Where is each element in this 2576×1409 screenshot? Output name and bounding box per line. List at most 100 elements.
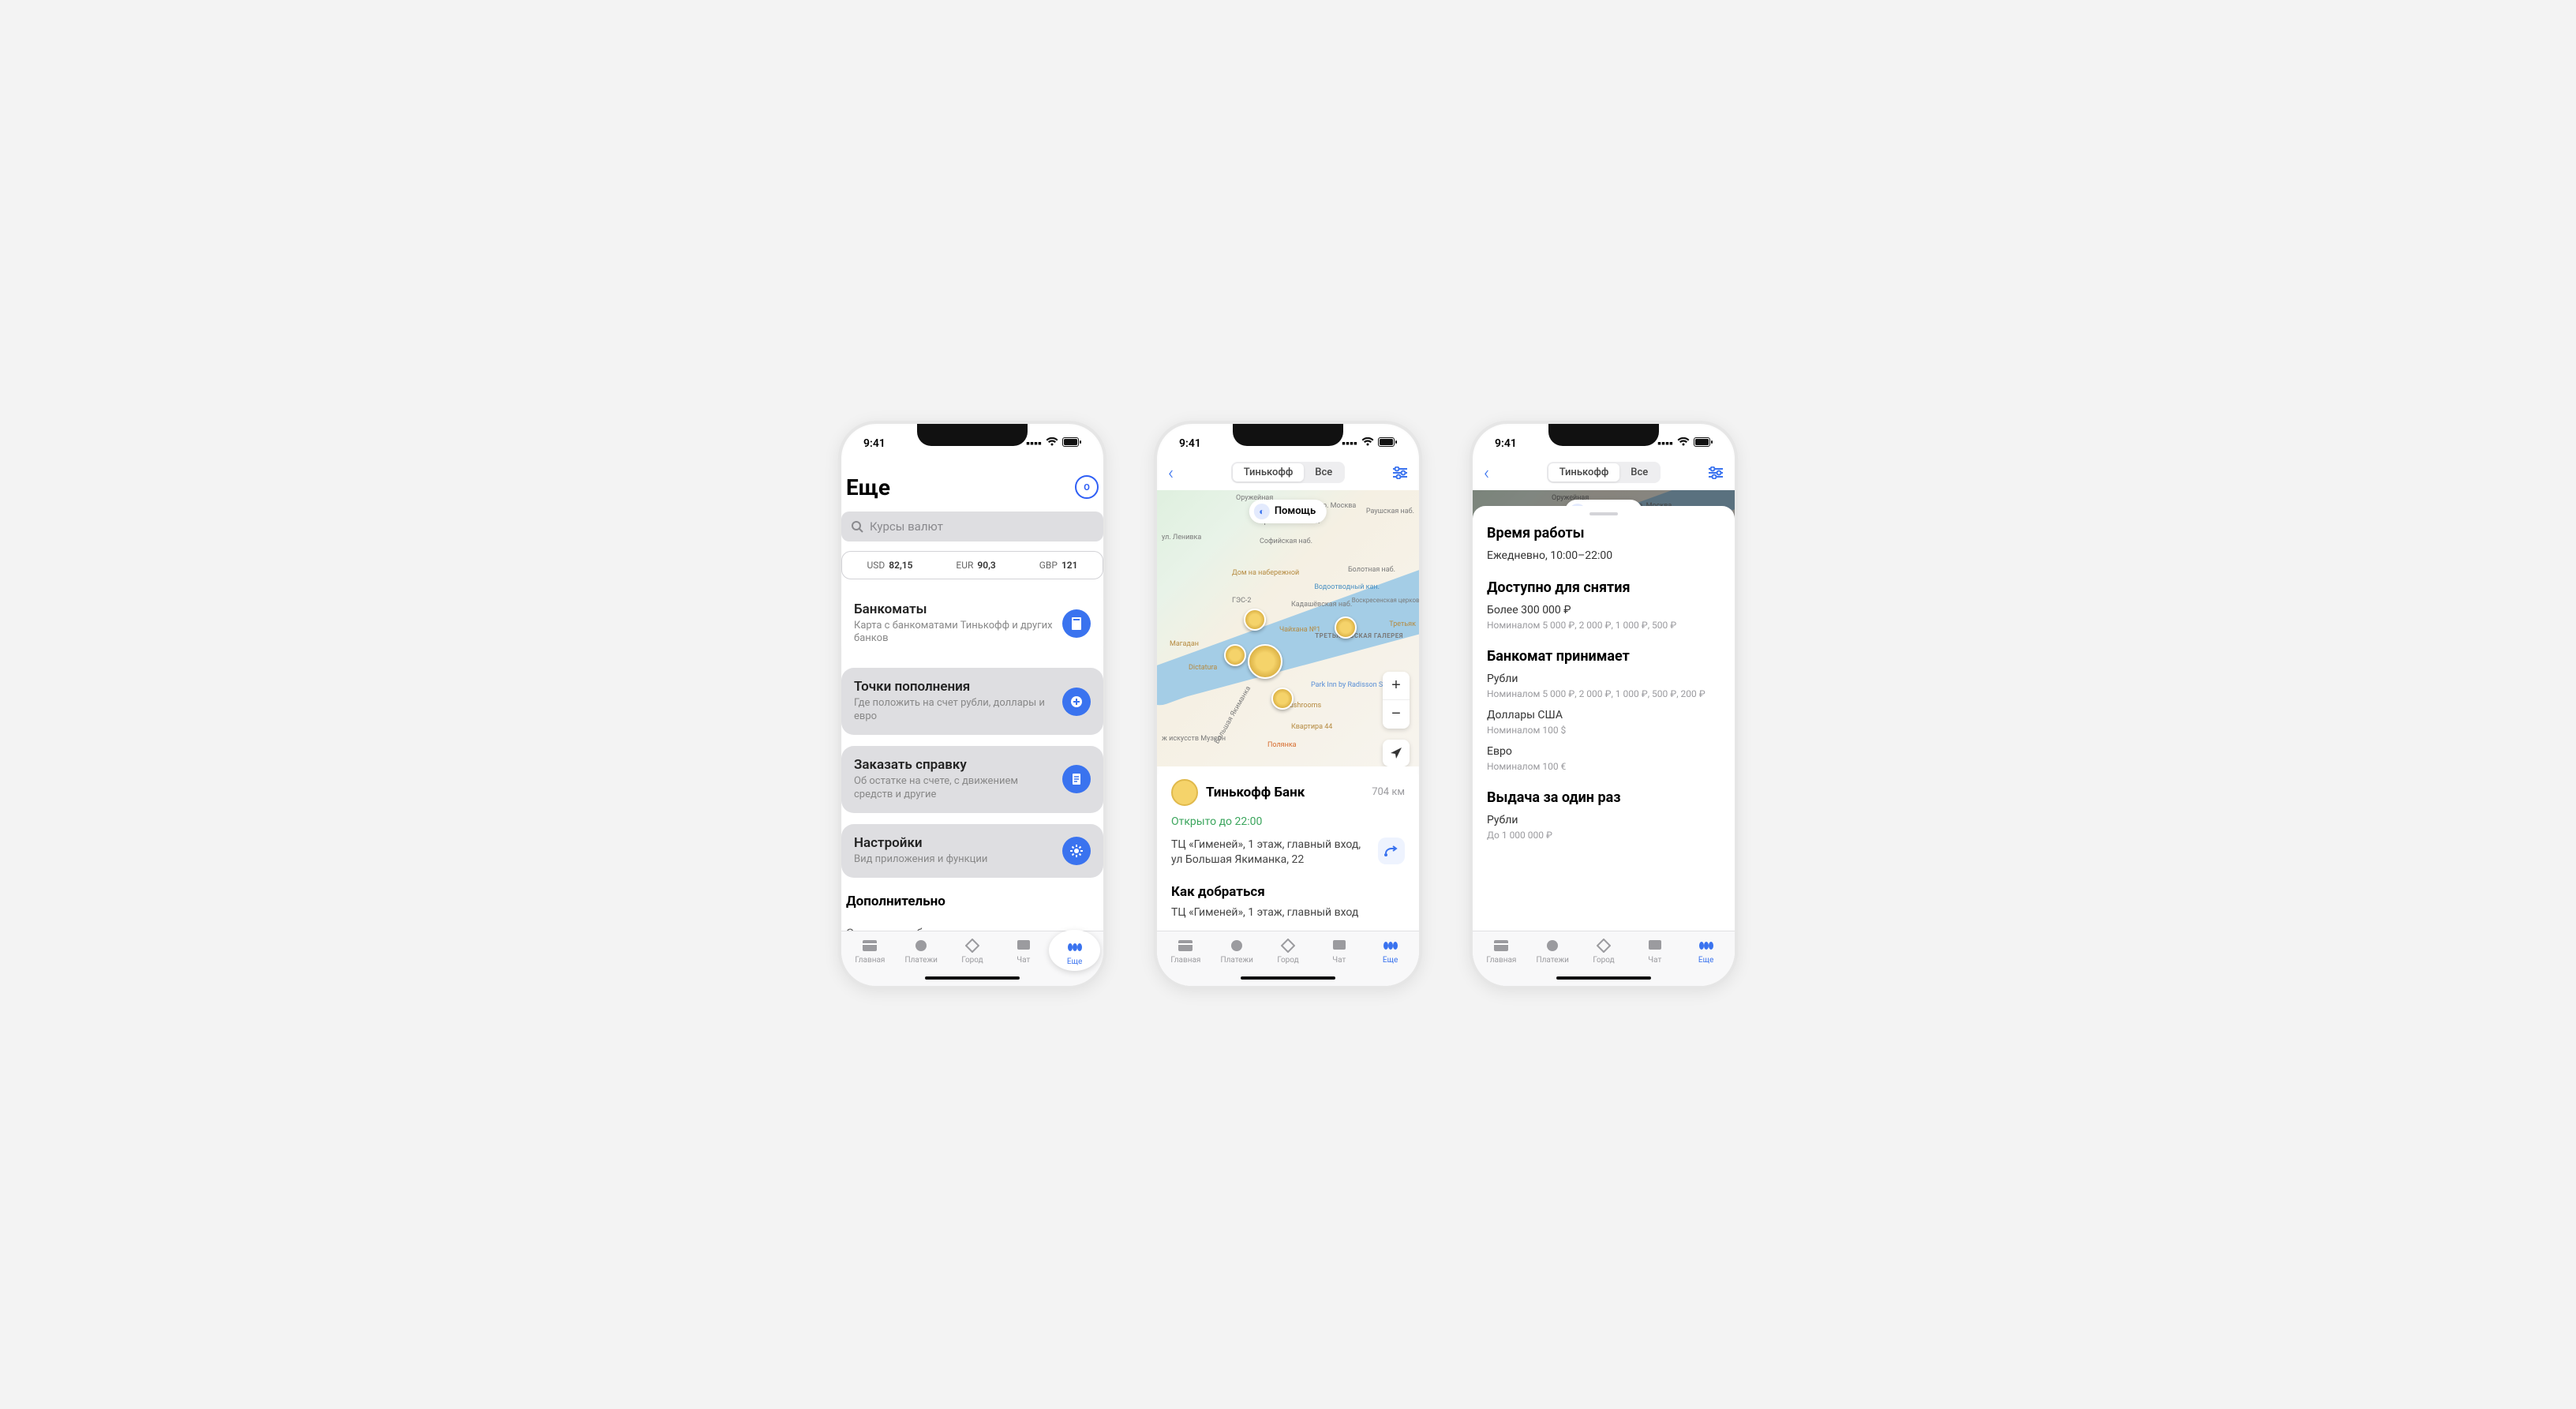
zoom-in-button[interactable]: + [1383,672,1410,700]
map-label: Полянка [1267,741,1297,749]
bank-logo-icon [1171,779,1198,806]
currency-gbp: GBP 121 [1039,560,1078,571]
card-settings[interactable]: Настройки Вид приложения и функции [841,824,1103,878]
accepts-eur-label: Евро [1487,745,1720,758]
tab-city[interactable]: Город [1578,937,1630,965]
withdraw-amount: Более 300 000 ₽ [1487,604,1720,616]
tab-city[interactable]: Город [1263,937,1314,965]
withdraw-denoms: Номиналом 5 000 ₽, 2 000 ₽, 1 000 ₽, 500… [1487,620,1720,631]
page-title: Еще [846,474,890,500]
map-label: Раушская наб. [1366,508,1414,515]
chat-icon [1646,937,1664,954]
map-pin-selected[interactable] [1248,644,1282,679]
tab-payments[interactable]: Платежи [896,937,947,965]
seg-all[interactable]: Все [1619,463,1659,482]
seg-tinkoff[interactable]: Тинькофф [1233,463,1305,482]
tab-city[interactable]: Город [947,937,998,965]
signal-icon: ▪▪▪▪ [1657,437,1673,450]
map-label: ТРЕТЬЯКОВСКАЯ ГАЛЕРЕЯ [1315,632,1403,639]
atm-open-status: Открыто до 22:00 [1171,815,1405,828]
segmented-control: Тинькофф Все [1231,462,1346,483]
card-topup[interactable]: Точки пополнения Где положить на счет ру… [841,668,1103,735]
circle-icon [1544,937,1561,954]
map-pin[interactable] [1244,609,1266,631]
map-label: р. Москва [1323,502,1356,510]
card-icon [861,937,878,954]
home-indicator [1556,976,1651,980]
how-to-get-heading: Как добраться [1171,884,1405,900]
tab-payments[interactable]: Платежи [1527,937,1578,965]
card-reference[interactable]: Заказать справку Об остатке на счете, с … [841,746,1103,813]
accepts-rub-denoms: Номиналом 5 000 ₽, 2 000 ₽, 1 000 ₽, 500… [1487,688,1720,699]
home-indicator [1241,976,1335,980]
bottom-sheet-expanded[interactable]: Время работы Ежедневно, 10:00–22:00 Дост… [1473,506,1735,986]
seg-all[interactable]: Все [1304,463,1343,482]
status-time: 9:41 [1495,437,1517,450]
map-label: Воскресенская церковь [1352,597,1419,604]
card-atms[interactable]: Банкоматы Карта с банкоматами Тинькофф и… [841,590,1103,658]
card-title: Настройки [854,835,1053,851]
device-notch [1548,424,1659,446]
circle-icon [1228,937,1245,954]
chat-icon [1331,937,1348,954]
device-notch [917,424,1028,446]
map-pin[interactable] [1224,644,1246,666]
hours-value: Ежедневно, 10:00–22:00 [1487,549,1720,562]
tab-home[interactable]: Главная [1160,937,1211,965]
map-label: Магадан [1170,640,1199,648]
sheet-grabber[interactable] [1589,512,1618,515]
tab-chat[interactable]: Чат [1629,937,1680,965]
filters-button[interactable] [1386,467,1408,479]
more-icon [1698,937,1715,954]
card-icon [1492,937,1510,954]
map-label: Большая Якиманка [1213,684,1252,744]
profile-avatar[interactable]: O [1075,475,1099,499]
signal-icon: ▪▪▪▪ [1342,437,1357,450]
more-icon [1066,939,1084,956]
battery-icon [1062,437,1081,450]
locate-button[interactable] [1383,740,1410,766]
gear-icon [1062,837,1091,865]
help-pill[interactable]: ◐ Помощь [1249,500,1327,523]
accepts-rub-label: Рубли [1487,673,1720,685]
map[interactable]: Оружейная Кремлевская наб. р. Москва Соф… [1157,490,1419,766]
back-button[interactable]: ‹ [1484,462,1506,484]
card-subtitle: Где положить на счет рубли, доллары и ев… [854,697,1053,724]
more-icon [1382,937,1399,954]
map-pin[interactable] [1335,616,1357,639]
accepts-usd-denoms: Номиналом 100 $ [1487,725,1720,736]
search-input[interactable]: Курсы валют [841,512,1103,541]
map-pin[interactable] [1271,688,1294,710]
zoom-control: + − [1383,672,1410,729]
signal-icon: ▪▪▪▪ [1026,437,1042,450]
dispense-rub-label: Рубли [1487,814,1720,826]
zoom-out-button[interactable]: − [1383,700,1410,729]
diamond-icon [1279,937,1297,954]
tab-more[interactable]: Еще [1680,937,1732,965]
plus-circle-icon [1062,688,1091,716]
map-label: Болотная наб. [1348,566,1395,574]
tab-chat[interactable]: Чат [1313,937,1365,965]
filters-button[interactable] [1702,467,1724,479]
dispense-heading: Выдача за один раз [1487,789,1720,806]
wifi-icon [1046,437,1058,450]
tab-payments[interactable]: Платежи [1211,937,1263,965]
tab-home[interactable]: Главная [1476,937,1527,965]
phone-more-screen: 9:41 ▪▪▪▪ Еще O Курсы валют USD 82,15 [838,421,1106,989]
card-subtitle: Карта с банкоматами Тинькофф и других ба… [854,620,1053,646]
tab-more[interactable]: Еще [1365,937,1416,965]
tab-home[interactable]: Главная [844,937,896,965]
phone-details-screen: 9:41 ▪▪▪▪ ‹ Тинькофф Все Оружейная [1470,421,1738,989]
document-icon [1062,765,1091,793]
tab-more[interactable]: Еще [1049,930,1100,971]
phone-map-screen: 9:41 ▪▪▪▪ ‹ Тинькофф Все Оружейн [1154,421,1422,989]
tab-chat[interactable]: Чат [998,937,1049,965]
route-button[interactable] [1378,838,1405,864]
currency-rates-row[interactable]: USD 82,15 EUR 90,3 GBP 121 [841,551,1103,579]
section-heading-extra: Дополнительно [846,894,1099,909]
back-button[interactable]: ‹ [1168,462,1190,484]
atm-address: ТЦ «Гименей», 1 этаж, главный вход, ул Б… [1171,838,1370,868]
card-subtitle: Вид приложения и функции [854,853,1053,867]
seg-tinkoff[interactable]: Тинькофф [1548,463,1620,482]
search-icon [851,520,863,533]
